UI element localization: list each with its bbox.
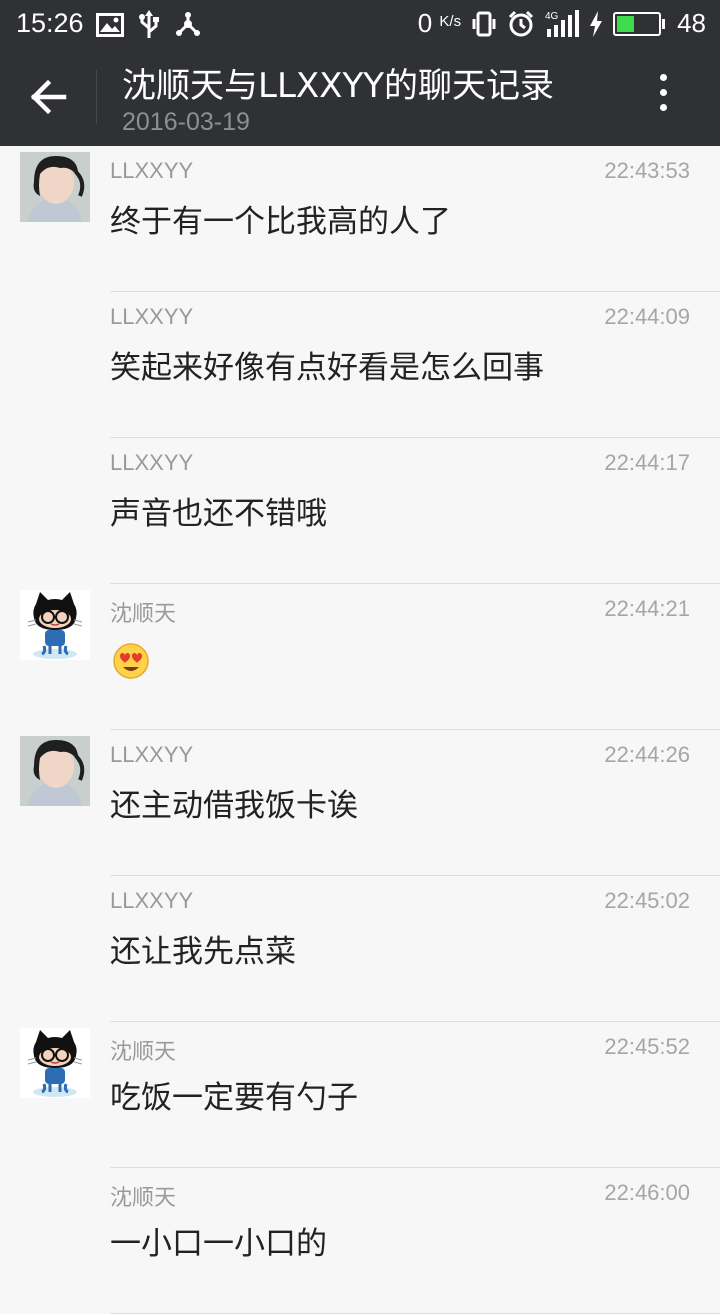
message-time: 22:43:53 <box>604 158 690 183</box>
status-bar: 15:26 0 K/s 4G 48 <box>0 0 720 48</box>
message-row[interactable]: 沈顺天 22:45:52 吃饭一定要有勺子 <box>0 1022 720 1168</box>
share-hub-icon <box>176 12 200 36</box>
page-title: 沈顺天与LLXXYY的聊天记录 <box>122 66 555 106</box>
app-header: 沈顺天与LLXXYY的聊天记录 2016-03-19 <box>0 48 720 146</box>
back-arrow-icon[interactable] <box>24 74 74 120</box>
avatar-octocat[interactable] <box>20 1028 90 1098</box>
status-time: 15:26 <box>16 8 84 38</box>
vibrate-icon <box>472 11 496 36</box>
message-row[interactable]: LLXXYY 22:43:53 终于有一个比我高的人了 <box>0 146 720 292</box>
message-time: 22:45:52 <box>604 1034 690 1059</box>
message-text: 声音也还不错哦 <box>110 496 327 532</box>
message-time: 22:44:21 <box>604 596 690 621</box>
avatar-llxxyy[interactable] <box>20 736 90 806</box>
message-sender: LLXXYY <box>110 888 194 913</box>
signal-4g-icon: 4G <box>545 9 580 37</box>
message-sender: LLXXYY <box>110 158 194 183</box>
message-text: 笑起来好像有点好看是怎么回事 <box>110 350 544 386</box>
battery-level: 48 <box>677 8 706 38</box>
message-text: 还让我先点菜 <box>110 934 296 970</box>
message-row[interactable]: LLXXYY 22:44:09 笑起来好像有点好看是怎么回事 <box>0 292 720 438</box>
svg-text:4G: 4G <box>545 11 559 22</box>
message-row[interactable]: LLXXYY 22:45:02 还让我先点菜 <box>0 876 720 1022</box>
avatar-llxxyy[interactable] <box>20 152 90 222</box>
message-sender: LLXXYY <box>110 304 194 329</box>
message-sender: 沈顺天 <box>110 601 177 626</box>
message-row[interactable]: LLXXYY 22:44:17 声音也还不错哦 <box>0 438 720 584</box>
battery-icon <box>613 11 666 36</box>
message-text: 一小口一小口的 <box>110 1226 327 1262</box>
alarm-icon <box>509 10 534 36</box>
more-options-icon[interactable] <box>648 74 678 124</box>
message-text: 吃饭一定要有勺子 <box>110 1080 358 1116</box>
message-sender: LLXXYY <box>110 450 194 475</box>
message-time: 22:44:17 <box>604 450 690 475</box>
header-divider <box>96 70 97 124</box>
net-speed: 0 K/s <box>417 8 462 38</box>
message-row[interactable]: 沈顺天 22:44:21 <box>0 584 720 730</box>
heart-eyes-emoji <box>112 642 150 680</box>
page-date: 2016-03-19 <box>122 108 250 136</box>
status-right: 0 K/s 4G 48 <box>418 8 706 39</box>
message-time: 22:44:26 <box>604 742 690 767</box>
notification-icons <box>96 10 202 40</box>
message-list: LLXXYY 22:43:53 终于有一个比我高的人了 LLXXYY 22:44:09 笑… <box>0 146 720 1314</box>
avatar-octocat[interactable] <box>20 590 90 660</box>
message-sender: 沈顺天 <box>110 1185 177 1210</box>
battery-fill <box>617 15 635 32</box>
message-time: 22:46:00 <box>604 1180 690 1205</box>
message-row[interactable]: 沈顺天 22:46:00 一小口一小口的 <box>0 1168 720 1314</box>
charging-icon <box>590 10 603 37</box>
message-time: 22:45:02 <box>604 888 690 913</box>
message-text: 终于有一个比我高的人了 <box>110 204 451 240</box>
image-icon <box>96 13 124 37</box>
message-sender: 沈顺天 <box>110 1039 177 1064</box>
message-text: 还主动借我饭卡诶 <box>110 788 358 824</box>
message-sender: LLXXYY <box>110 742 194 767</box>
message-time: 22:44:09 <box>604 304 690 329</box>
message-row[interactable]: LLXXYY 22:44:26 还主动借我饭卡诶 <box>0 730 720 876</box>
usb-icon <box>139 10 159 38</box>
